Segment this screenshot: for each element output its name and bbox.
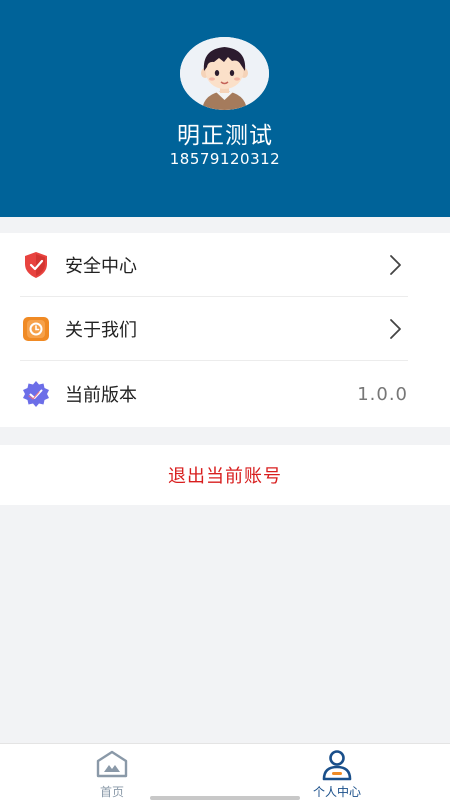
version-badge-icon: [22, 380, 50, 408]
logout-button[interactable]: 退出当前账号: [0, 445, 450, 505]
tab-label: 个人中心: [312, 785, 361, 799]
user-name: 明正测试: [177, 123, 273, 149]
person-icon: [320, 749, 354, 781]
home-icon: [95, 749, 129, 781]
home-indicator: [150, 796, 300, 800]
menu-item-label: 当前版本: [65, 385, 137, 406]
avatar-illustration: [180, 37, 269, 110]
profile-header: 明正测试 18579120312: [0, 0, 450, 217]
tab-home[interactable]: 首页: [52, 744, 172, 800]
bottom-tab-bar: 首页 个人中心: [0, 743, 450, 800]
settings-menu: 安全中心 关于我们 当前版本 1.0.0: [0, 233, 450, 427]
chevron-right-icon: [388, 254, 402, 276]
avatar[interactable]: [180, 37, 269, 110]
menu-item-security-center[interactable]: 安全中心: [20, 233, 408, 297]
menu-item-label: 安全中心: [65, 255, 137, 277]
tab-profile[interactable]: 个人中心: [277, 744, 397, 800]
tab-label: 首页: [99, 785, 124, 799]
menu-item-current-version[interactable]: 当前版本 1.0.0: [20, 362, 408, 426]
menu-item-label: 关于我们: [65, 319, 137, 341]
chevron-right-icon: [388, 318, 402, 340]
shield-check-icon: [22, 251, 50, 279]
version-value: 1.0.0: [357, 383, 408, 405]
user-phone: 18579120312: [169, 150, 281, 168]
info-badge-icon: [22, 315, 50, 343]
menu-item-about-us[interactable]: 关于我们: [20, 297, 408, 361]
